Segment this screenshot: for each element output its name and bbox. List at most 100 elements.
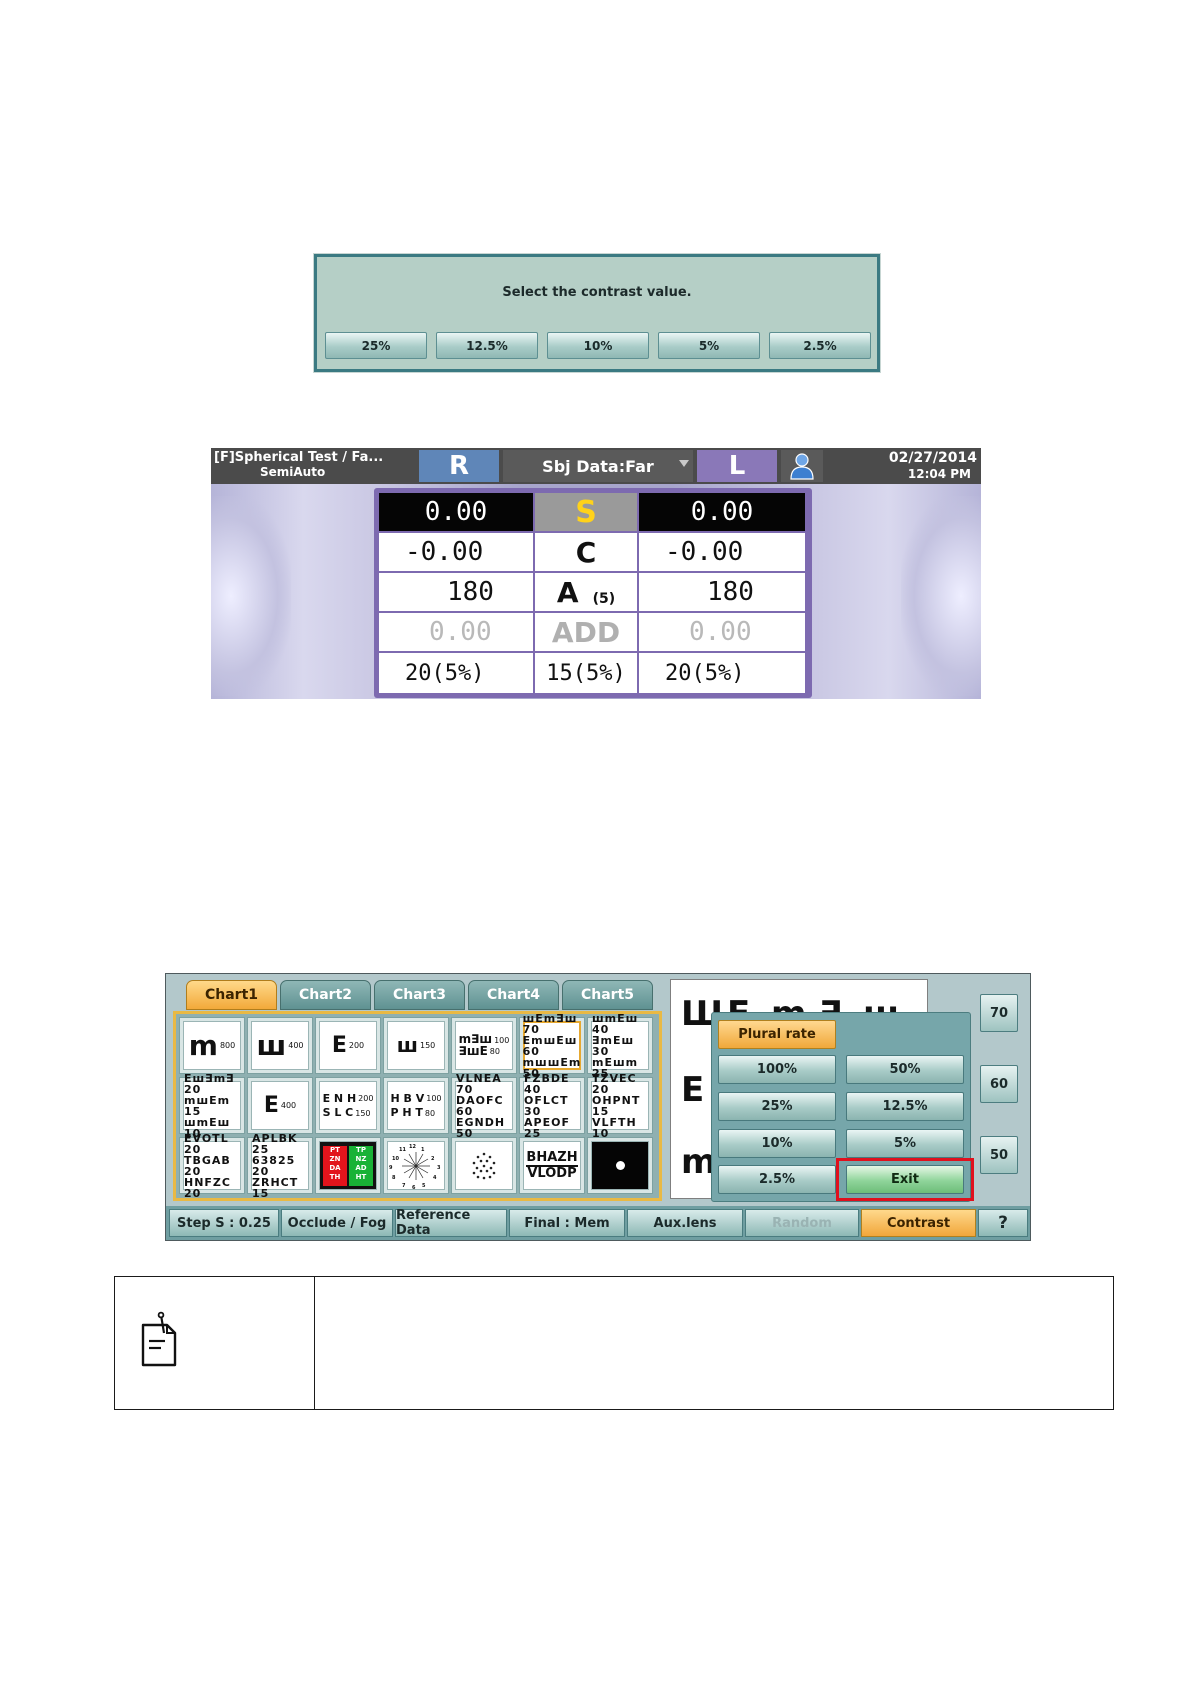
- tab-chart4[interactable]: Chart4: [468, 980, 559, 1010]
- chart-size: 400: [288, 1041, 304, 1050]
- chart-e-40-25[interactable]: шmEш 40 ∃mEш 30 mEшm 25: [587, 1013, 653, 1079]
- chart-letters-70-50[interactable]: VLNEA 70 DAOFC 60 EGNDH 50: [451, 1073, 517, 1139]
- size-70-button[interactable]: 70: [980, 994, 1018, 1032]
- contrast-12-5-button[interactable]: 12.5%: [436, 332, 538, 359]
- chevron-down-icon: [679, 460, 689, 467]
- chart-astigmatic-dial[interactable]: 12 11 1 10 2 9 3 8 4 7 6 5: [383, 1137, 449, 1194]
- size-60-button[interactable]: 60: [980, 1065, 1018, 1103]
- contrast-2-5-button[interactable]: 2.5%: [769, 332, 871, 359]
- right-add-value[interactable]: 0.00: [378, 612, 534, 652]
- dial-number: 5: [422, 1183, 426, 1189]
- chart-line: EVOTL 20: [184, 1131, 229, 1156]
- rate-25-button[interactable]: 25%: [718, 1092, 836, 1121]
- sphere-label[interactable]: S: [534, 492, 638, 532]
- right-acuity-value[interactable]: 20(5%): [378, 652, 534, 694]
- axis-label-text: A: [556, 575, 579, 609]
- rate-10-button[interactable]: 10%: [718, 1129, 836, 1158]
- dial-number: 11: [399, 1147, 406, 1153]
- final-mem-button[interactable]: Final : Mem: [509, 1209, 625, 1237]
- dial-number: 6: [412, 1185, 416, 1191]
- chart-e-20-10[interactable]: Eш∃m∃ 20 mшEm 15 шmEш 10: [179, 1073, 245, 1139]
- plural-rate-header[interactable]: Plural rate: [718, 1020, 836, 1049]
- chart-line: FZBDE 40: [524, 1071, 570, 1096]
- left-axis-value[interactable]: 180: [638, 572, 806, 612]
- rate-5-button[interactable]: 5%: [846, 1129, 964, 1158]
- chart-letters-20-a[interactable]: EVOTL 20 TBGAB 20 HNFZC 20: [179, 1133, 245, 1199]
- reference-data-button[interactable]: Reference Data: [395, 1208, 507, 1238]
- chart-e-400[interactable]: ш 400: [247, 1017, 313, 1074]
- data-mode-select[interactable]: Sbj Data:Far: [503, 450, 693, 482]
- right-lens-shape: [901, 496, 981, 696]
- chart-red-green[interactable]: PT ZN DA TH TP NZ AD HT: [315, 1137, 381, 1194]
- rate-100-button[interactable]: 100%: [718, 1055, 836, 1084]
- tab-chart2[interactable]: Chart2: [280, 980, 371, 1010]
- cylinder-label[interactable]: C: [534, 532, 638, 572]
- right-axis-value[interactable]: 180: [378, 572, 534, 612]
- chart-bhazh[interactable]: BHAZH VLODP: [519, 1137, 585, 1194]
- chart-letters-20-10[interactable]: TZVEC 20 OHPNT 15 VLFTH 10: [587, 1073, 653, 1139]
- chart-e-200[interactable]: E 200: [315, 1017, 381, 1074]
- chart-fixation-dot[interactable]: [587, 1137, 653, 1194]
- contrast-dialog-message: Select the contrast value.: [502, 285, 692, 300]
- rate-50-button[interactable]: 50%: [846, 1055, 964, 1084]
- chart-line: DAOFC 60: [456, 1093, 504, 1118]
- note-box: [114, 1276, 1114, 1410]
- contrast-25-button[interactable]: 25%: [325, 332, 427, 359]
- note-divider: [314, 1277, 315, 1409]
- aux-lens-button[interactable]: Aux.lens: [627, 1209, 743, 1237]
- contrast-5-button[interactable]: 5%: [658, 332, 760, 359]
- test-title[interactable]: [F]Spherical Test / Fa... SemiAuto: [214, 450, 414, 480]
- chart-letters-40-25[interactable]: FZBDE 40 OFLCT 30 APEOF 25: [519, 1073, 585, 1139]
- chart-e-100-80[interactable]: m∃ш 100 ∃шE 80: [451, 1017, 517, 1074]
- chart-line: 63825 20: [252, 1153, 296, 1178]
- rate-12-5-button[interactable]: 12.5%: [846, 1092, 964, 1121]
- tab-chart1[interactable]: Chart1: [186, 980, 277, 1010]
- help-button[interactable]: ?: [978, 1209, 1028, 1237]
- left-sphere-value[interactable]: 0.00: [638, 492, 806, 532]
- chart-line: APLBK 25: [252, 1131, 298, 1156]
- chart-glyph: E: [331, 1033, 347, 1058]
- left-acuity-value[interactable]: 20(5%): [638, 652, 806, 694]
- red-green-letters: TP: [356, 1145, 366, 1154]
- right-cylinder-value[interactable]: -0.00: [378, 532, 534, 572]
- tab-chart3[interactable]: Chart3: [374, 980, 465, 1010]
- left-add-value[interactable]: 0.00: [638, 612, 806, 652]
- step-s-button[interactable]: Step S : 0.25: [169, 1209, 279, 1237]
- random-button[interactable]: Random: [745, 1209, 859, 1237]
- right-sphere-value[interactable]: 0.00: [378, 492, 534, 532]
- contrast-10-button[interactable]: 10%: [547, 332, 649, 359]
- chart-line: ∃шE: [458, 1043, 488, 1058]
- size-50-button[interactable]: 50: [980, 1136, 1018, 1174]
- chart-line: VLNEA 70: [456, 1071, 502, 1096]
- chart-e-70-50[interactable]: шEm∃ш 70 EmшEш 60 mшшEm 50: [519, 1013, 585, 1079]
- chart-e-800[interactable]: m 800: [179, 1017, 245, 1074]
- plural-rate-popup: Plural rate 100% 50% 25% 12.5% 10% 5% 2.…: [711, 1012, 974, 1202]
- chart-dot-pattern[interactable]: [451, 1137, 517, 1194]
- exit-button[interactable]: Exit: [846, 1165, 964, 1194]
- right-eye-button[interactable]: R: [419, 450, 499, 482]
- left-cylinder-value[interactable]: -0.00: [638, 532, 806, 572]
- chart-line: Eш∃m∃ 20: [184, 1071, 235, 1096]
- axis-label[interactable]: A (5): [534, 572, 638, 612]
- red-green-letters: PT: [330, 1145, 340, 1154]
- chart-letters-25-15[interactable]: APLBK 25 63825 20 ZRHCT 15: [247, 1133, 313, 1199]
- data-mode-label: Sbj Data:Far: [542, 456, 654, 476]
- contrast-dialog: Select the contrast value. 25% 12.5% 10%…: [314, 254, 880, 372]
- binocular-acuity-value[interactable]: 15(5%): [534, 652, 638, 694]
- chart-e-150[interactable]: ш 150: [383, 1017, 449, 1074]
- chart-size: 100: [494, 1035, 510, 1045]
- chart-letters-200-150[interactable]: E N H 200 S L C 150: [315, 1077, 381, 1134]
- contrast-button[interactable]: Contrast: [861, 1209, 976, 1237]
- chart-letter-e-400[interactable]: E 400: [247, 1077, 313, 1134]
- rate-2-5-button[interactable]: 2.5%: [718, 1165, 836, 1194]
- chart-letters-100-80[interactable]: H B V 100 P H T 80: [383, 1077, 449, 1134]
- dial-number: 8: [392, 1175, 396, 1181]
- left-eye-button[interactable]: L: [697, 450, 777, 482]
- patient-button[interactable]: [781, 450, 823, 482]
- chart-line: H B V: [390, 1091, 425, 1105]
- occlude-fog-button[interactable]: Occlude / Fog: [281, 1209, 393, 1237]
- tab-chart5[interactable]: Chart5: [562, 980, 653, 1010]
- chart-line: E N H: [322, 1091, 357, 1105]
- add-label[interactable]: ADD: [534, 612, 638, 652]
- dial-number: 7: [402, 1183, 406, 1189]
